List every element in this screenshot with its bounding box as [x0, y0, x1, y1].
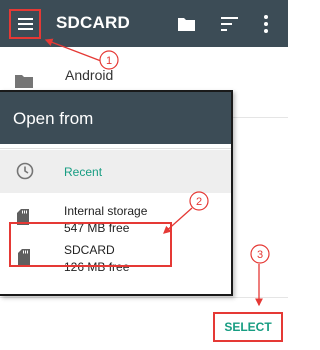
drawer-item-recent[interactable]: Recent	[0, 150, 231, 193]
callout-number: 3	[257, 249, 263, 261]
folder-icon[interactable]	[177, 15, 196, 32]
folder-icon	[15, 75, 33, 88]
menu-icon-bar	[18, 23, 33, 25]
app-bar: SDCARD	[0, 0, 288, 47]
drawer-title: Open from	[13, 109, 94, 128]
menu-icon	[18, 18, 33, 20]
divider	[0, 297, 288, 298]
menu-button[interactable]	[9, 9, 41, 39]
divider	[0, 148, 231, 149]
drawer-item-label: Recent	[64, 165, 103, 179]
open-from-drawer: Open from Recent Internal storage 547 MB…	[0, 90, 233, 296]
list-item-label[interactable]: Android	[65, 67, 113, 83]
sdcard-highlight-box	[9, 222, 172, 267]
sort-icon[interactable]	[220, 15, 239, 32]
more-vert-icon[interactable]	[262, 14, 270, 34]
callout-number: 1	[106, 55, 112, 67]
drawer-header: Open from	[0, 92, 231, 144]
divider	[233, 117, 288, 118]
menu-icon-bar	[18, 28, 33, 30]
drawer-item-label: Internal storage	[64, 204, 148, 218]
app-title: SDCARD	[56, 13, 130, 32]
clock-icon	[16, 162, 34, 180]
callout-badge	[250, 244, 270, 264]
select-button[interactable]: SELECT	[213, 312, 283, 342]
